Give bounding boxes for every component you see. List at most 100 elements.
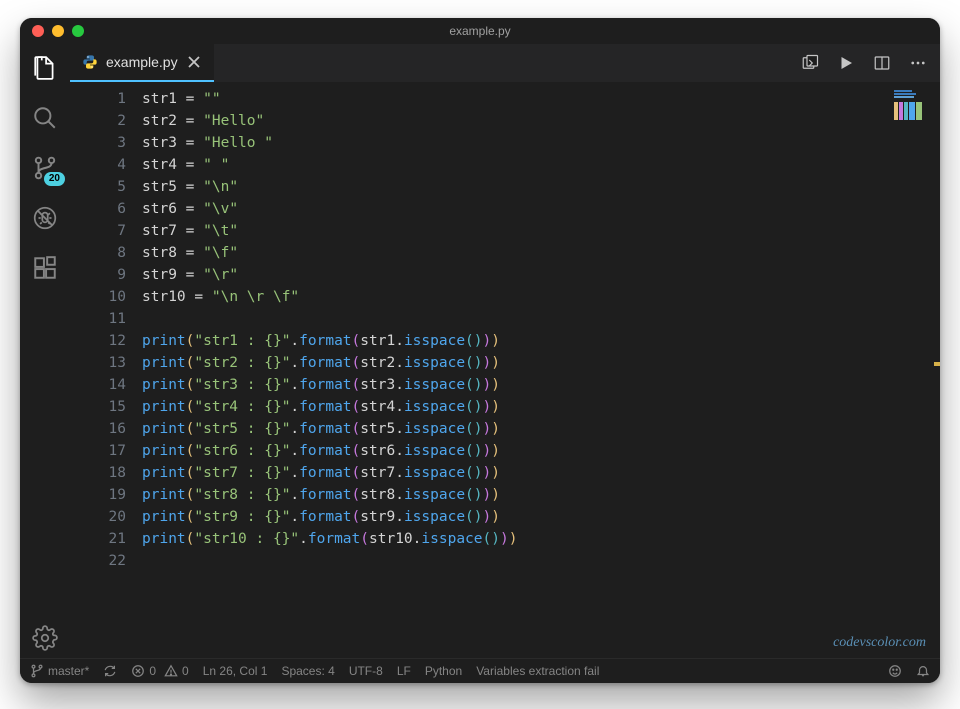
debug-activity[interactable] <box>31 204 59 232</box>
maximize-window-button[interactable] <box>72 25 84 37</box>
code-line[interactable]: str4 = " " <box>142 154 940 176</box>
no-bug-icon <box>32 205 58 231</box>
status-eol[interactable]: LF <box>397 664 411 678</box>
error-icon <box>131 664 145 678</box>
line-number: 1 <box>70 88 126 110</box>
status-branch[interactable]: master* <box>30 664 89 678</box>
bell-icon <box>916 664 930 678</box>
code-line[interactable]: str5 = "\n" <box>142 176 940 198</box>
code-line[interactable]: str6 = "\v" <box>142 198 940 220</box>
tab-close-button[interactable] <box>186 54 202 70</box>
line-number: 21 <box>70 528 126 550</box>
code-line[interactable]: str3 = "Hello " <box>142 132 940 154</box>
code-line[interactable]: print("str1 : {}".format(str1.isspace())… <box>142 330 940 352</box>
code-line[interactable]: str1 = "" <box>142 88 940 110</box>
status-message[interactable]: Variables extraction fail <box>476 664 599 678</box>
editor-tab-active[interactable]: example.py <box>70 44 214 82</box>
code-line[interactable]: print("str10 : {}".format(str10.isspace(… <box>142 528 940 550</box>
status-sync[interactable] <box>103 664 117 678</box>
ellipsis-icon <box>909 54 927 72</box>
status-indent[interactable]: Spaces: 4 <box>281 664 334 678</box>
activity-bar: 20 <box>20 44 70 658</box>
split-horizontal-icon <box>873 54 891 72</box>
window-title: example.py <box>20 24 940 38</box>
search-icon <box>32 105 58 131</box>
line-number-gutter: 12345678910111213141516171819202122 <box>70 82 142 658</box>
vscode-window: example.py 20 <box>20 18 940 683</box>
code-line[interactable]: print("str5 : {}".format(str5.isspace())… <box>142 418 940 440</box>
line-number: 8 <box>70 242 126 264</box>
line-number: 13 <box>70 352 126 374</box>
line-number: 20 <box>70 506 126 528</box>
code-line[interactable] <box>142 550 940 572</box>
code-line[interactable]: print("str8 : {}".format(str8.isspace())… <box>142 484 940 506</box>
change-indicator <box>934 362 940 366</box>
line-number: 6 <box>70 198 126 220</box>
code-line[interactable]: print("str7 : {}".format(str7.isspace())… <box>142 462 940 484</box>
settings-activity[interactable] <box>31 624 59 652</box>
line-number: 3 <box>70 132 126 154</box>
tabrow-spacer <box>214 44 800 82</box>
line-number: 12 <box>70 330 126 352</box>
status-bar: master* 0 0 Ln 26, Col 1 Spaces: 4 UTF-8… <box>20 658 940 683</box>
code-line[interactable]: print("str9 : {}".format(str9.isspace())… <box>142 506 940 528</box>
code-line[interactable]: print("str3 : {}".format(str3.isspace())… <box>142 374 940 396</box>
line-number: 7 <box>70 220 126 242</box>
minimize-window-button[interactable] <box>52 25 64 37</box>
branch-name: master* <box>48 664 89 678</box>
status-notifications[interactable] <box>916 664 930 678</box>
code-line[interactable]: str7 = "\t" <box>142 220 940 242</box>
line-number: 19 <box>70 484 126 506</box>
error-count: 0 <box>149 664 156 678</box>
status-feedback[interactable] <box>888 664 902 678</box>
line-number: 4 <box>70 154 126 176</box>
split-editor-button[interactable] <box>872 53 892 73</box>
run-button[interactable] <box>836 53 856 73</box>
code-content[interactable]: str1 = ""str2 = "Hello"str3 = "Hello "st… <box>142 82 940 658</box>
warning-count: 0 <box>182 664 189 678</box>
line-number: 10 <box>70 286 126 308</box>
workbench: 20 example.py <box>20 44 940 658</box>
scm-badge: 20 <box>44 172 65 186</box>
close-icon <box>186 54 202 70</box>
minimap[interactable] <box>892 90 934 124</box>
code-editor[interactable]: 12345678910111213141516171819202122 str1… <box>70 82 940 658</box>
line-number: 2 <box>70 110 126 132</box>
tab-filename: example.py <box>106 54 178 70</box>
code-line[interactable]: str8 = "\f" <box>142 242 940 264</box>
gear-icon <box>32 625 58 651</box>
run-cell-button[interactable] <box>800 53 820 73</box>
code-line[interactable]: print("str6 : {}".format(str6.isspace())… <box>142 440 940 462</box>
extensions-icon <box>32 255 58 281</box>
compare-icon <box>801 54 819 72</box>
editor-tabs: example.py <box>70 44 940 82</box>
status-encoding[interactable]: UTF-8 <box>349 664 383 678</box>
warning-icon <box>164 664 178 678</box>
code-line[interactable]: str2 = "Hello" <box>142 110 940 132</box>
code-line[interactable]: print("str4 : {}".format(str4.isspace())… <box>142 396 940 418</box>
smiley-icon <box>888 664 902 678</box>
explorer-activity[interactable] <box>31 54 59 82</box>
code-line[interactable]: str9 = "\r" <box>142 264 940 286</box>
editor-group: example.py <box>70 44 940 658</box>
line-number: 14 <box>70 374 126 396</box>
search-activity[interactable] <box>31 104 59 132</box>
titlebar: example.py <box>20 18 940 44</box>
status-problems[interactable]: 0 0 <box>131 664 188 678</box>
more-actions-button[interactable] <box>908 53 928 73</box>
status-language[interactable]: Python <box>425 664 462 678</box>
line-number: 5 <box>70 176 126 198</box>
line-number: 9 <box>70 264 126 286</box>
git-branch-icon <box>30 664 44 678</box>
status-position[interactable]: Ln 26, Col 1 <box>203 664 268 678</box>
window-controls <box>32 25 84 37</box>
code-line[interactable]: print("str2 : {}".format(str2.isspace())… <box>142 352 940 374</box>
line-number: 22 <box>70 550 126 572</box>
code-line[interactable]: str10 = "\n \r \f" <box>142 286 940 308</box>
close-window-button[interactable] <box>32 25 44 37</box>
line-number: 16 <box>70 418 126 440</box>
source-control-activity[interactable]: 20 <box>31 154 59 182</box>
files-icon <box>32 55 58 81</box>
extensions-activity[interactable] <box>31 254 59 282</box>
code-line[interactable] <box>142 308 940 330</box>
